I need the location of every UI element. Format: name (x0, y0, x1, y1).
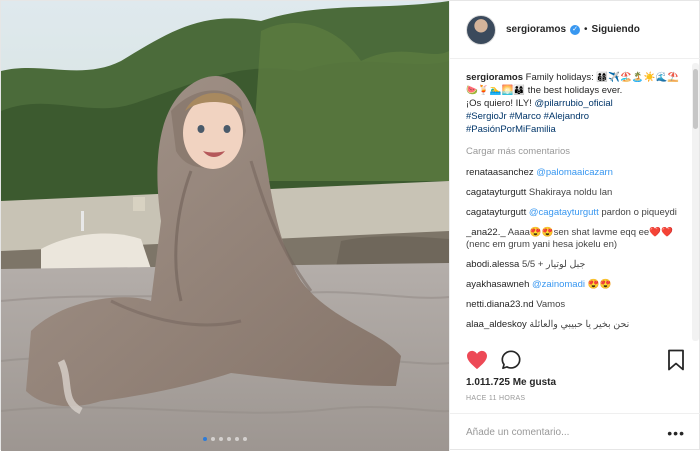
comment-username[interactable]: renataasanchez (466, 167, 534, 178)
comment-text: Vamos (536, 299, 566, 310)
comment-text: نحن بخير يا حبيبي والعائلة (529, 319, 630, 330)
comment-username[interactable]: _ana22._ (466, 227, 506, 238)
comment-item: ayakhasawneh @zainomadi 😍😍 (466, 279, 687, 291)
caption-text-2: ¡Os quiero! ILY! (466, 98, 532, 109)
heart-icon[interactable] (466, 350, 488, 373)
more-options-button[interactable]: ••• (667, 425, 685, 441)
carousel-dot[interactable] (235, 437, 239, 441)
comment-text: pardon o piqueydi (601, 207, 677, 218)
post-header: sergioramos ✓ • Siguiendo (450, 1, 700, 59)
add-comment-input[interactable] (466, 427, 668, 438)
comment-username[interactable]: cagatayturgutt (466, 187, 526, 198)
caption-mention[interactable]: @pilarrubio_oficial (534, 98, 612, 109)
child-towel-photo (1, 1, 449, 451)
bookmark-icon[interactable] (667, 349, 685, 374)
carousel-dot[interactable] (243, 437, 247, 441)
comment-username[interactable]: cagatayturgutt (466, 207, 526, 218)
post-timestamp: HACE 11 HORAS (466, 395, 526, 402)
comment-item: abodi.alessa 5/5 + جبل لوتيار (466, 259, 687, 271)
comment-mention[interactable]: @zainomadi (532, 279, 585, 290)
separator-dot: • (584, 24, 588, 35)
comment-item: alaa_aldeskoy نحن بخير يا حبيبي والعائلة (466, 319, 687, 331)
comments-list[interactable]: sergioramos Family holidays: 👨‍👩‍👦‍👦✈️🏖️… (466, 71, 687, 339)
comments-scrollbar[interactable] (692, 63, 699, 341)
post-caption: sergioramos Family holidays: 👨‍👩‍👦‍👦✈️🏖️… (466, 71, 687, 136)
comment-item: cagatayturgutt @cagatayturgutt pardon o … (466, 207, 687, 219)
comment-item: netti.diana23.nd Vamos (466, 299, 687, 311)
action-bar (466, 348, 685, 374)
load-more-comments-link[interactable]: Cargar más comentarios (466, 145, 687, 158)
following-button[interactable]: Siguiendo (592, 24, 640, 35)
avatar[interactable] (466, 14, 496, 45)
carousel-indicator[interactable] (1, 437, 449, 441)
instagram-post: sergioramos ✓ • Siguiendo sergioramos Fa… (0, 0, 700, 451)
carousel-dot[interactable] (211, 437, 215, 441)
carousel-dot[interactable] (227, 437, 231, 441)
hashtag-link[interactable]: #Marco (509, 111, 541, 122)
hashtag-link[interactable]: #SergioJr (466, 111, 507, 122)
comment-text: Shakiraya noldu lan (528, 187, 613, 198)
comment-username[interactable]: netti.diana23.nd (466, 299, 534, 310)
post-sidebar: sergioramos ✓ • Siguiendo sergioramos Fa… (449, 1, 700, 451)
comment-username[interactable]: ayakhasawneh (466, 279, 529, 290)
post-photo[interactable] (1, 1, 449, 451)
comment-item: renataasanchez @palomaaicazarn (466, 167, 687, 179)
hashtag-link[interactable]: #PasiónPorMiFamilia (466, 124, 556, 135)
comment-username[interactable]: abodi.alessa (466, 259, 519, 270)
add-comment-bar: ••• (450, 413, 700, 451)
carousel-dot[interactable] (219, 437, 223, 441)
comment-icon[interactable] (500, 349, 522, 374)
comment-text: 😍😍 (587, 279, 612, 290)
scrollbar-thumb[interactable] (693, 69, 698, 129)
caption-username[interactable]: sergioramos (466, 72, 523, 83)
comment-mention[interactable]: @palomaaicazarn (536, 167, 613, 178)
header-username[interactable]: sergioramos (506, 24, 566, 35)
comment-mention[interactable]: @cagatayturgutt (529, 207, 599, 218)
carousel-dot-active[interactable] (203, 437, 207, 441)
comment-item: _ana22._ Aaaa😍😍sen shat lavme eqq ee❤️❤️… (466, 227, 687, 251)
comment-username[interactable]: alaa_aldeskoy (466, 319, 527, 330)
comment-text: 5/5 + جبل لوتيار (522, 259, 586, 270)
comment-item: cagatayturgutt Shakiraya noldu lan (466, 187, 687, 199)
hashtag-link[interactable]: #Alejandro (544, 111, 589, 122)
verified-icon: ✓ (570, 24, 581, 35)
likes-count[interactable]: 1.011.725 Me gusta (466, 377, 556, 388)
